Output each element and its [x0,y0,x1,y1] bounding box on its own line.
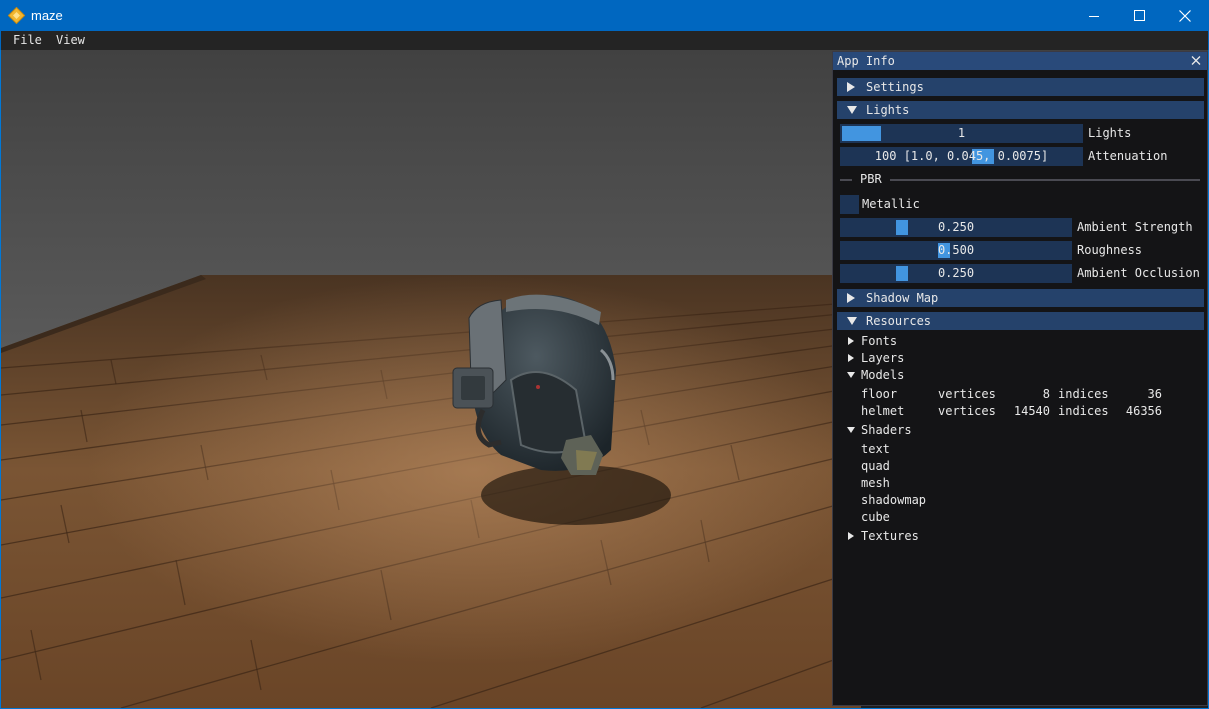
maximize-icon [1133,10,1145,21]
roughness-label: Roughness [1077,243,1143,257]
vertices-count: 14540 [1013,404,1050,418]
attenuation-label: Attenuation [1088,149,1168,163]
vertices-label: vertices [938,387,996,401]
app-icon [8,7,25,24]
menu-view[interactable]: View [56,33,85,47]
minimize-button[interactable] [1071,0,1117,31]
expanded-arrow-icon [847,317,857,325]
tree-expanded-icon [847,372,855,378]
indices-count: 36 [1147,387,1162,401]
ambient-strength-label: Ambient Strength [1077,220,1193,234]
app-info-panel: App Info Settings Lights 1 Lights 100 [1… [832,51,1208,706]
indices-label: indices [1058,387,1109,401]
panel-close-icon[interactable] [1189,53,1203,68]
shader-item: shadowmap [861,493,927,507]
shader-item: mesh [861,476,890,490]
vertices-label: vertices [938,404,996,418]
resources-header-label: Resources [866,314,932,328]
lights-count-slider[interactable]: 1 [840,124,1083,143]
window-title: maze [31,8,63,23]
tree-collapsed-icon [848,532,854,540]
shader-item: quad [861,459,890,473]
maximize-button[interactable] [1116,0,1162,31]
model-name: floor [861,387,898,401]
tree-label-textures: Textures [861,529,919,543]
attenuation-slider[interactable]: 100 [1.0, 0.045, 0.0075] [840,147,1083,166]
lights-header-label: Lights [866,103,910,117]
close-icon [1179,9,1191,22]
tree-label-fonts: Fonts [861,334,898,348]
separator-line [840,179,852,181]
tree-label-models: Models [861,368,905,382]
indices-count: 46356 [1125,404,1162,418]
ambient-strength-value: 0.250 [937,220,975,234]
panel-titlebar[interactable]: App Info [833,52,1207,70]
panel-title: App Info [837,54,895,68]
ambient-strength-slider[interactable]: 0.250 [840,218,1072,237]
resources-header[interactable]: Resources [837,312,1204,330]
model-name: helmet [861,404,905,418]
metallic-label: Metallic [862,197,920,211]
settings-header-label: Settings [866,80,924,94]
ambient-occlusion-label: Ambient Occlusion [1077,266,1200,280]
tree-collapsed-icon [848,337,854,345]
minimize-icon [1089,15,1099,17]
lights-header[interactable]: Lights [837,101,1204,119]
roughness-slider[interactable]: 0.500 [840,241,1072,260]
window-titlebar[interactable]: maze [0,0,1209,31]
roughness-value: 0.500 [937,243,975,257]
menu-file[interactable]: File [13,33,42,47]
lights-count-value: 1 [957,126,966,140]
ambient-occlusion-slider[interactable]: 0.250 [840,264,1072,283]
shader-item: text [861,442,890,456]
tree-collapsed-icon [848,354,854,362]
settings-header[interactable]: Settings [837,78,1204,96]
ambient-occlusion-value: 0.250 [937,266,975,280]
collapsed-arrow-icon [847,293,855,303]
indices-label: indices [1058,404,1109,418]
tree-expanded-icon [847,427,855,433]
lights-count-label: Lights [1088,126,1132,140]
separator-line [890,179,1200,181]
menu-bar: File View [0,31,1209,50]
shadow-map-header[interactable]: Shadow Map [837,289,1204,307]
metallic-checkbox[interactable] [840,195,859,214]
pbr-heading: PBR [860,172,882,186]
attenuation-value: 100 [1.0, 0.045, 0.0075] [874,149,1049,163]
shader-item: cube [861,510,890,524]
expanded-arrow-icon [847,106,857,114]
tree-label-shaders: Shaders [861,423,912,437]
close-button[interactable] [1162,0,1208,31]
vertices-count: 8 [1042,387,1050,401]
shadow-map-header-label: Shadow Map [866,291,939,305]
collapsed-arrow-icon [847,82,855,92]
tree-label-layers: Layers [861,351,905,365]
